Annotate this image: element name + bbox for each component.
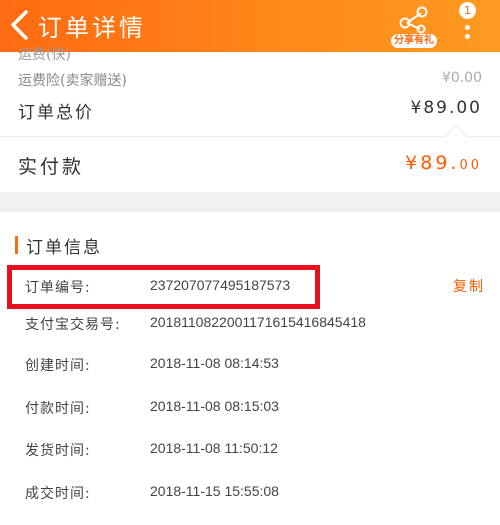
share-icon [399,6,428,34]
actual-paid-value: ¥89.00 [405,152,482,174]
more-dot-icon [465,25,470,30]
order-number-row: 订单编号: 2372070774951875​73 [25,277,480,301]
paid-time-row: 付款时间: 2018-11-08 08:15:03 [25,398,480,422]
price-summary-card: 运费(快) 运费险(卖家赠送) ¥0.00 订单总价 ¥89.00 实付款 ¥8… [0,47,500,192]
shipped-time-label: 发货时间: [25,443,91,459]
back-button[interactable] [6,8,36,42]
paid-time-value: 2018-11-08 08:15:03 [150,398,279,414]
order-total-label: 订单总价 [18,103,94,123]
order-total-row: 订单总价 ¥89.00 [18,98,482,123]
shipped-time-row: 发货时间: 2018-11-08 11:50:12 [25,440,480,464]
order-number-label: 订单编号: [25,280,91,296]
completed-time-value: 2018-11-15 15:55:08 [150,483,279,499]
cut-off-row: 运费(快) [18,47,71,63]
order-number-value: 2372070774951875​73 [150,277,291,293]
paid-time-label: 付款时间: [25,401,91,417]
created-time-row: 创建时间: 2018-11-08 08:14:53 [25,355,480,379]
shipping-insurance-row: 运费险(卖家赠送) ¥0.00 [18,70,482,90]
actual-paid-cents: 00 [459,158,482,173]
copy-button[interactable]: 复制 [453,276,485,296]
share-gift-label: 分享有礼 [391,34,437,48]
section-accent-bar [15,236,18,254]
shipping-insurance-label: 运费险(卖家赠送) [18,73,127,89]
actual-paid-row: 实付款 ¥89.00 [18,152,482,179]
top-bar: 订单详情 分享有礼 1 [0,0,500,52]
notch-arrow [444,124,468,148]
actual-paid-amount: ¥89. [405,152,460,174]
completed-time-label: 成交时间: [25,486,91,502]
actual-paid-label: 实付款 [18,156,85,178]
alipay-trade-value: 2018110822001171615416845418 [150,314,366,330]
shipping-insurance-value: ¥0.00 [441,70,482,86]
created-time-value: 2018-11-08 08:14:53 [150,355,279,371]
page-title: 订单详情 [38,14,146,42]
alipay-trade-row: 支付宝交易号: 2018110822001171615416845418 [25,314,480,338]
created-time-label: 创建时间: [25,358,91,374]
alipay-trade-label: 支付宝交易号: [25,317,121,333]
more-menu-button[interactable]: 1 [456,0,480,48]
notification-badge: 1 [459,2,476,19]
more-dot-icon [465,34,470,39]
section-title: 订单信息 [26,238,102,258]
shipped-time-value: 2018-11-08 11:50:12 [150,440,278,456]
order-total-value: ¥89.00 [410,98,482,118]
chevron-left-icon [11,10,28,40]
completed-time-row: 成交时间: 2018-11-15 15:55:08 [25,483,480,507]
divider [0,136,500,137]
share-gift-button[interactable]: 分享有礼 [391,4,437,48]
